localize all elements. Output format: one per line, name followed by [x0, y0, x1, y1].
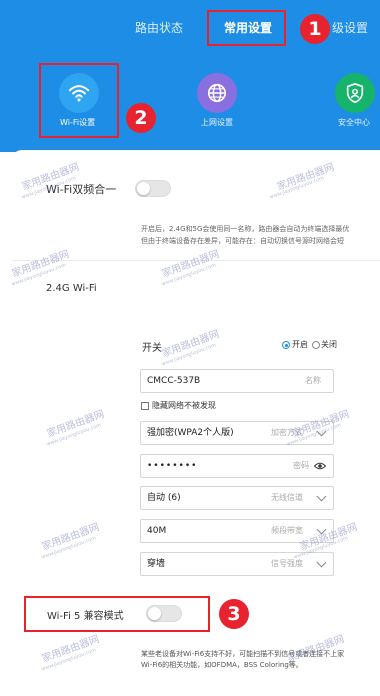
security-center-label: 安全中心 [338, 118, 370, 127]
step-marker-2: 2 [126, 103, 156, 133]
radio-off-label: 关闭 [321, 340, 337, 349]
ssid-field[interactable]: CMCC-537B 名称 [140, 369, 334, 393]
radio-off[interactable] [312, 341, 320, 349]
radio-on[interactable] [282, 341, 290, 349]
compat-mode-label: Wi-Fi 5 兼容模式 [47, 611, 124, 622]
highlight-box-tab [207, 10, 286, 46]
compat-desc-2: Wi-Fi6的相关功能，如OFDMA，BSS Coloring等。 [141, 661, 303, 669]
step-marker-3: 3 [219, 599, 249, 629]
password-value: •••••••• [147, 461, 198, 471]
tab-advanced-settings[interactable]: 级设置 [332, 18, 368, 38]
globe-icon [207, 83, 227, 103]
dual-band-desc-1: 开启后，2.4G和5G会使用同一名称，路由器会自动为终端选择最优 [141, 225, 350, 233]
ssid-value: CMCC-537B [147, 376, 201, 386]
dual-band-desc-2: 但由于终端设备存在差异，可能存在：自动切换信号源时网络会短 [141, 237, 344, 245]
ssid-hint: 名称 [305, 376, 321, 385]
chevron-down-icon [316, 557, 327, 568]
encryption-value: 强加密(WPA2个人版) [147, 428, 234, 438]
password-hint: 密码 [293, 461, 309, 470]
compat-mode-toggle[interactable] [146, 605, 182, 622]
highlight-box-wifi [39, 63, 119, 138]
shield-icon [346, 83, 364, 103]
bandwidth-value: 40M [147, 526, 167, 536]
hide-network-label: 隐藏网络不被发现 [152, 401, 216, 410]
channel-hint: 无线信道 [271, 493, 303, 502]
header-bar: 路由状态 常用设置 级设置 1 Wi-Fi设置 上网设置 安全中心 2 [0, 0, 380, 152]
internet-settings-button[interactable] [197, 73, 237, 113]
signal-value: 穿墙 [147, 559, 166, 569]
eye-icon[interactable] [314, 461, 326, 471]
internet-settings-label: 上网设置 [201, 118, 233, 127]
channel-select[interactable]: 自动 (6) 无线信道 [140, 486, 334, 510]
chevron-down-icon [316, 491, 327, 502]
radio-on-label: 开启 [292, 340, 308, 349]
dual-band-toggle[interactable] [135, 180, 171, 197]
security-center-button[interactable] [335, 73, 375, 113]
step-marker-1: 1 [300, 14, 330, 44]
password-field[interactable]: •••••••• 密码 [140, 454, 334, 478]
tab-router-status[interactable]: 路由状态 [135, 18, 183, 38]
channel-value: 自动 (6) [147, 493, 181, 503]
hide-network-checkbox[interactable] [141, 402, 149, 410]
section-title-24g: 2.4G Wi-Fi [46, 283, 97, 294]
